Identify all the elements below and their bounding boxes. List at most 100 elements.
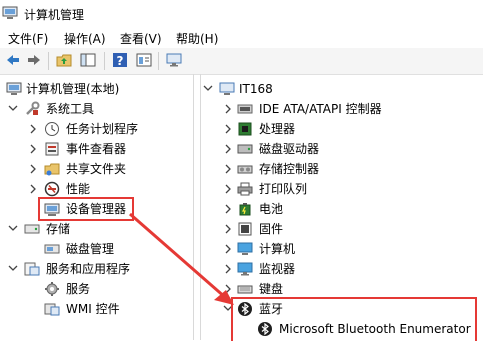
right-tree-pane: IT168 IDE ATA/ATAPI 控制器 处理器 磁盘驱动器 存储控制器 …	[200, 74, 483, 341]
toolbar-separator	[104, 52, 105, 70]
menu-help[interactable]: 帮助(H)	[176, 30, 218, 47]
chevron-right-icon[interactable]	[28, 119, 38, 139]
device-category-label: 键盘	[259, 282, 284, 296]
device-category-label: 处理器	[259, 122, 296, 136]
chevron-right-icon[interactable]	[223, 279, 233, 299]
device-category-label: 固件	[259, 222, 284, 236]
tree-item-wmi[interactable]: WMI 控件	[0, 299, 193, 319]
chevron-down-icon[interactable]	[8, 259, 18, 279]
chevron-right-icon[interactable]	[28, 159, 38, 179]
window-title: 计算机管理	[24, 8, 85, 22]
menu-file[interactable]: 文件(F)	[8, 30, 48, 47]
chevron-right-icon[interactable]	[28, 179, 38, 199]
device-category-computer[interactable]: 计算机	[201, 239, 483, 259]
device-category-battery[interactable]: 电池	[201, 199, 483, 219]
chevron-right-icon[interactable]	[223, 119, 233, 139]
device-tree-root[interactable]: IT168	[201, 79, 483, 99]
device-tree-root-label: IT168	[239, 82, 273, 96]
tree-item-disk-management[interactable]: 磁盘管理	[0, 239, 193, 259]
tree-item-label: WMI 控件	[66, 302, 120, 316]
chevron-right-icon[interactable]	[223, 99, 233, 119]
toolbar-separator	[158, 52, 159, 70]
device-manager-highlight-box	[38, 197, 134, 221]
shared-folder-icon	[44, 163, 60, 176]
chevron-down-icon[interactable]	[8, 219, 18, 239]
wmi-control-icon	[44, 303, 60, 316]
tree-item-label: 共享文件夹	[66, 162, 127, 176]
chevron-right-icon[interactable]	[223, 239, 233, 259]
device-category-keyboards[interactable]: 键盘	[201, 279, 483, 299]
printer-icon	[237, 182, 253, 196]
title-bar: 计算机管理	[0, 0, 483, 28]
tree-item-services-apps[interactable]: 服务和应用程序	[0, 259, 193, 279]
device-category-monitors[interactable]: 监视器	[201, 259, 483, 279]
device-category-processor[interactable]: 处理器	[201, 119, 483, 139]
chevron-down-icon[interactable]	[8, 99, 18, 119]
toolbar: ?	[0, 48, 483, 75]
up-folder-icon[interactable]	[56, 52, 72, 68]
tree-item-label: 事件查看器	[66, 142, 127, 156]
svg-text:?: ?	[117, 54, 124, 68]
tree-item-label: 任务计划程序	[66, 122, 139, 136]
device-category-label: 存储控制器	[259, 162, 320, 176]
chevron-right-icon[interactable]	[223, 159, 233, 179]
forward-arrow-icon[interactable]	[26, 52, 42, 68]
tree-item-root[interactable]: 计算机管理(本地)	[0, 79, 193, 99]
bluetooth-highlight-box	[231, 297, 477, 341]
device-category-label: IDE ATA/ATAPI 控制器	[259, 102, 382, 116]
device-category-label: 监视器	[259, 262, 296, 276]
disk-drive-icon	[237, 144, 253, 154]
chevron-right-icon[interactable]	[223, 219, 233, 239]
gear-icon	[45, 282, 59, 296]
show-hide-tree-icon[interactable]	[80, 52, 96, 68]
device-category-disk-drives[interactable]: 磁盘驱动器	[201, 139, 483, 159]
menu-action[interactable]: 操作(A)	[64, 30, 106, 47]
tree-item-performance[interactable]: 性能	[0, 179, 193, 199]
tree-item-services[interactable]: 服务	[0, 279, 193, 299]
menu-bar: 文件(F) 操作(A) 查看(V) 帮助(H)	[0, 28, 483, 48]
chevron-right-icon[interactable]	[223, 199, 233, 219]
tree-item-event-viewer[interactable]: 事件查看器	[0, 139, 193, 159]
tree-item-label: 性能	[66, 182, 91, 196]
chevron-right-icon[interactable]	[223, 139, 233, 159]
tree-item-shared-folders[interactable]: 共享文件夹	[0, 159, 193, 179]
computer-icon	[237, 242, 253, 255]
menu-view[interactable]: 查看(V)	[120, 30, 162, 47]
tree-item-label: 磁盘管理	[66, 242, 115, 256]
computer-management-icon	[2, 6, 18, 19]
monitor-icon	[237, 262, 253, 276]
tree-item-label: 计算机管理(本地)	[26, 82, 120, 96]
tree-item-label: 服务	[66, 282, 91, 296]
tree-item-task-scheduler[interactable]: 任务计划程序	[0, 119, 193, 139]
chevron-right-icon[interactable]	[28, 139, 38, 159]
chevron-right-icon[interactable]	[223, 179, 233, 199]
clock-icon	[45, 122, 59, 136]
services-apps-icon	[24, 262, 40, 276]
properties-icon[interactable]	[136, 52, 152, 68]
monitor-icon[interactable]	[166, 52, 182, 68]
keyboard-icon	[237, 285, 253, 294]
processor-icon	[238, 122, 252, 136]
chevron-right-icon[interactable]	[223, 259, 233, 279]
computer-management-icon	[6, 82, 22, 95]
computer-icon	[219, 82, 235, 95]
back-arrow-icon[interactable]	[5, 52, 21, 68]
device-category-ide[interactable]: IDE ATA/ATAPI 控制器	[201, 99, 483, 119]
device-category-print-queues[interactable]: 打印队列	[201, 179, 483, 199]
device-category-firmware[interactable]: 固件	[201, 219, 483, 239]
tree-item-storage[interactable]: 存储	[0, 219, 193, 239]
tree-item-system-tools[interactable]: 系统工具	[0, 99, 193, 119]
tree-item-label: 服务和应用程序	[46, 262, 131, 276]
firmware-icon	[238, 222, 252, 236]
tree-item-label: 系统工具	[46, 102, 95, 116]
device-category-storage-controllers[interactable]: 存储控制器	[201, 159, 483, 179]
performance-icon	[44, 181, 60, 197]
storage-controller-icon	[237, 165, 253, 174]
chevron-down-icon[interactable]	[203, 79, 213, 99]
left-tree-pane: 计算机管理(本地) 系统工具 任务计划程序 事件查看器 共享文件夹 性能 设备管…	[0, 74, 194, 340]
ide-controller-icon	[237, 104, 253, 114]
help-icon[interactable]: ?	[112, 52, 128, 68]
disk-management-icon	[44, 244, 60, 254]
device-category-label: 打印队列	[259, 182, 308, 196]
battery-icon	[239, 203, 251, 216]
